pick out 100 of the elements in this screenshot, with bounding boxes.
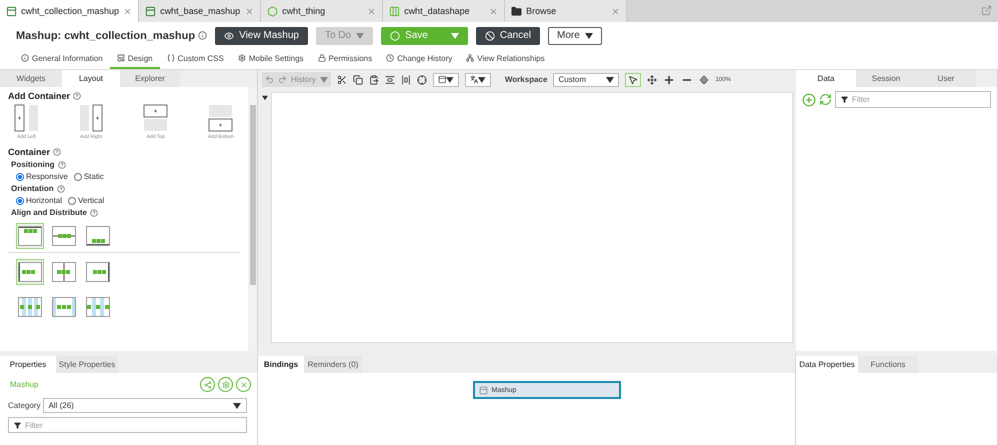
pointer-icon bbox=[628, 74, 638, 84]
radio-button[interactable] bbox=[16, 172, 24, 180]
close-icon[interactable] bbox=[489, 6, 498, 16]
group-heading: Align and Distribute bbox=[8, 208, 240, 217]
radio-option[interactable]: Horizontal bbox=[16, 196, 62, 205]
more-button[interactable]: More bbox=[548, 26, 602, 44]
close-icon[interactable] bbox=[245, 6, 254, 16]
caret-icon bbox=[606, 76, 614, 82]
close-icon[interactable] bbox=[367, 6, 376, 16]
align-icon bbox=[86, 297, 110, 317]
help-icon bbox=[90, 208, 98, 216]
close-icon[interactable] bbox=[123, 6, 132, 16]
panel-tab[interactable]: Reminders (0) bbox=[304, 356, 362, 373]
radio-option[interactable]: Vertical bbox=[68, 196, 104, 205]
braces-icon bbox=[166, 54, 175, 62]
nav-tab[interactable]: Custom CSS bbox=[160, 49, 231, 69]
copy-icon[interactable] bbox=[352, 74, 363, 84]
info-icon[interactable] bbox=[198, 31, 208, 40]
layout-icon bbox=[438, 75, 446, 84]
radio-button[interactable] bbox=[68, 196, 76, 204]
cancel-icon bbox=[484, 30, 495, 40]
page-title: Mashup: cwht_collection_mashup bbox=[16, 30, 196, 42]
pointer-tool[interactable] bbox=[625, 72, 642, 86]
caret-icon bbox=[320, 76, 328, 82]
crosshair-icon[interactable] bbox=[416, 74, 427, 84]
align-option[interactable] bbox=[16, 259, 44, 285]
close-icon[interactable] bbox=[611, 6, 620, 16]
align-option[interactable] bbox=[84, 259, 112, 285]
share-icon bbox=[204, 380, 212, 388]
category-label: Category bbox=[8, 401, 40, 410]
distribute-horizontal-icon[interactable] bbox=[400, 74, 411, 84]
panel-tab[interactable]: Data bbox=[796, 70, 856, 87]
settings-button[interactable] bbox=[218, 377, 233, 392]
radio-option[interactable]: Static bbox=[74, 172, 104, 181]
nav-tab[interactable]: Change History bbox=[379, 49, 460, 69]
language-dropdown[interactable] bbox=[464, 72, 491, 86]
refresh-icon[interactable] bbox=[819, 93, 832, 106]
panel-tab[interactable]: Widgets bbox=[0, 70, 62, 87]
document-tab[interactable]: cwht_base_mashup bbox=[139, 0, 262, 22]
caret-icon bbox=[450, 32, 459, 38]
panel-tab[interactable]: Properties bbox=[0, 356, 56, 373]
layout-icon bbox=[116, 54, 125, 62]
panel-tab[interactable]: Session bbox=[856, 70, 916, 87]
workspace-dropdown[interactable]: Custom bbox=[553, 72, 620, 86]
caret-icon bbox=[356, 32, 364, 38]
document-tab[interactable]: cwht_collection_mashup bbox=[0, 0, 140, 22]
document-tab[interactable]: cwht_datashape bbox=[383, 0, 506, 22]
nav-tab[interactable]: Permissions bbox=[310, 49, 380, 69]
caret-icon bbox=[584, 32, 593, 38]
workspace-label: Workspace bbox=[504, 75, 548, 84]
layout-dropdown[interactable] bbox=[432, 72, 459, 86]
eye-icon bbox=[224, 30, 234, 40]
cancel-button[interactable]: Cancel bbox=[476, 26, 540, 44]
panel-tab[interactable]: Layout bbox=[62, 70, 120, 87]
filter-icon bbox=[14, 422, 21, 428]
cut-icon[interactable] bbox=[336, 74, 347, 84]
caret-icon[interactable] bbox=[262, 95, 268, 101]
radio-option[interactable]: Responsive bbox=[16, 172, 68, 181]
panel-tab[interactable]: Explorer bbox=[120, 70, 180, 87]
clock-icon bbox=[386, 54, 394, 62]
document-tab[interactable]: cwht_thing bbox=[261, 0, 384, 22]
zoom-in-icon[interactable] bbox=[663, 74, 676, 86]
container-diagram-icon bbox=[208, 104, 234, 132]
move-icon[interactable] bbox=[647, 74, 658, 84]
align-icon bbox=[18, 226, 42, 246]
panel-tab[interactable]: Functions bbox=[858, 356, 918, 373]
hexagon-icon bbox=[267, 6, 278, 16]
document-tab[interactable]: Browse bbox=[505, 0, 628, 22]
target-icon[interactable] bbox=[699, 74, 710, 84]
container-diagram-icon bbox=[78, 104, 104, 132]
distribute-vertical-icon[interactable] bbox=[384, 74, 395, 84]
group-heading: Orientation bbox=[8, 184, 240, 193]
align-icon bbox=[18, 262, 42, 282]
close-button[interactable] bbox=[236, 377, 251, 392]
help-icon bbox=[53, 148, 62, 156]
radio-button[interactable] bbox=[74, 172, 82, 180]
nav-tab[interactable]: Mobile Settings bbox=[230, 49, 311, 69]
panel-tab[interactable]: Bindings bbox=[258, 356, 304, 373]
filter-icon bbox=[841, 96, 848, 103]
align-option[interactable] bbox=[84, 223, 112, 249]
widget-icon bbox=[478, 386, 488, 394]
scrollbar-thumb[interactable] bbox=[250, 105, 256, 285]
nav-tab[interactable]: View Relationships bbox=[459, 49, 552, 69]
paste-icon[interactable] bbox=[368, 74, 379, 84]
group-heading: Positioning bbox=[8, 160, 240, 169]
panel-tab[interactable]: Data Properties bbox=[796, 356, 858, 373]
radio-button[interactable] bbox=[16, 196, 24, 204]
section-heading: Add Container bbox=[8, 91, 240, 101]
nav-tab[interactable]: General Information bbox=[14, 49, 110, 69]
mashup-icon bbox=[145, 6, 156, 16]
info-icon bbox=[21, 54, 29, 62]
panel-tab[interactable]: User bbox=[916, 70, 976, 87]
translate-icon bbox=[470, 75, 478, 84]
panel-tab[interactable]: Style Properties bbox=[56, 356, 118, 373]
share-button[interactable] bbox=[200, 377, 215, 392]
add-icon[interactable] bbox=[802, 92, 816, 106]
help-icon bbox=[56, 184, 65, 192]
category-dropdown[interactable]: All (26) bbox=[43, 398, 247, 413]
align-option[interactable] bbox=[16, 223, 44, 249]
view-button[interactable]: View Mashup bbox=[215, 26, 308, 44]
